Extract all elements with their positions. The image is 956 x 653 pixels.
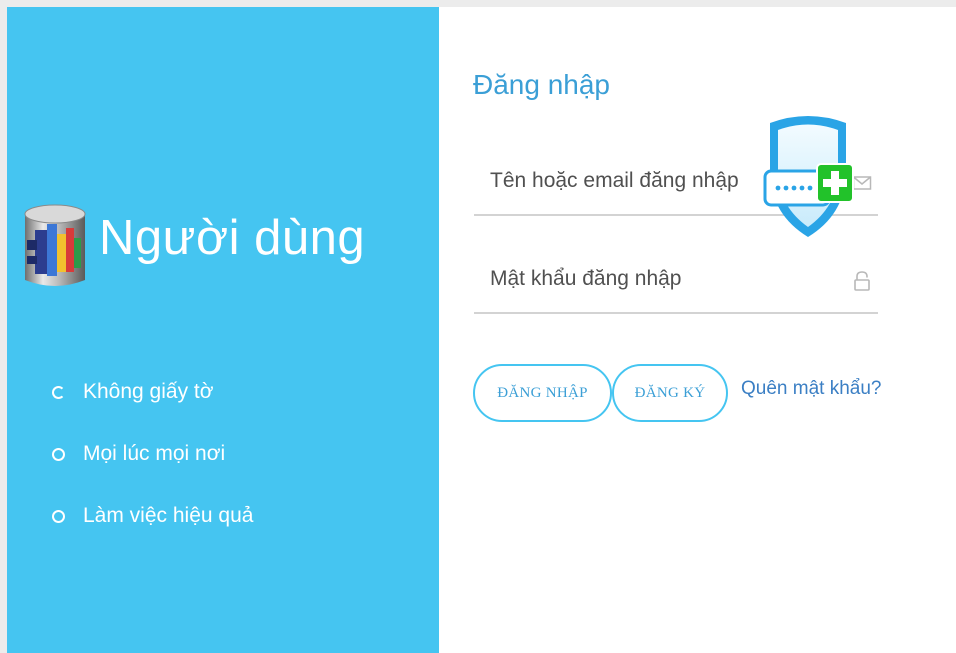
register-button[interactable]: ĐĂNG KÝ: [612, 364, 728, 422]
left-border: [0, 7, 7, 653]
login-button[interactable]: ĐĂNG NHẬP: [473, 364, 612, 422]
feature-label: Không giấy tờ: [83, 380, 214, 403]
lock-icon: [854, 271, 870, 291]
bullet-icon: [52, 447, 65, 461]
forgot-password-link[interactable]: Quên mật khẩu?: [741, 378, 881, 400]
feature-label: Làm việc hiệu quả: [83, 504, 254, 527]
database-logo-icon: [24, 204, 86, 286]
password-input[interactable]: [488, 256, 822, 302]
top-border: [0, 0, 956, 7]
login-page: Người dùng Không giấy tờ Mọi lúc mọi nơi…: [0, 0, 956, 653]
shield-password-add-icon: [763, 116, 854, 237]
password-field: [474, 250, 878, 314]
feature-list: Không giấy tờ Mọi lúc mọi nơi Làm việc h…: [52, 361, 253, 547]
list-item: Mọi lúc mọi nơi: [52, 423, 253, 485]
brand-panel: Người dùng Không giấy tờ Mọi lúc mọi nơi…: [7, 7, 439, 653]
bullet-icon: [52, 509, 65, 523]
brand-title: Người dùng: [99, 211, 366, 265]
bullet-icon: [52, 385, 65, 399]
login-panel: Đăng nhập Tên hoặc email đăng nhập ĐĂNG …: [439, 7, 956, 653]
list-item: Làm việc hiệu quả: [52, 485, 253, 547]
login-title: Đăng nhập: [473, 69, 611, 100]
feature-label: Mọi lúc mọi nơi: [83, 442, 226, 465]
list-item: Không giấy tờ: [52, 361, 253, 423]
